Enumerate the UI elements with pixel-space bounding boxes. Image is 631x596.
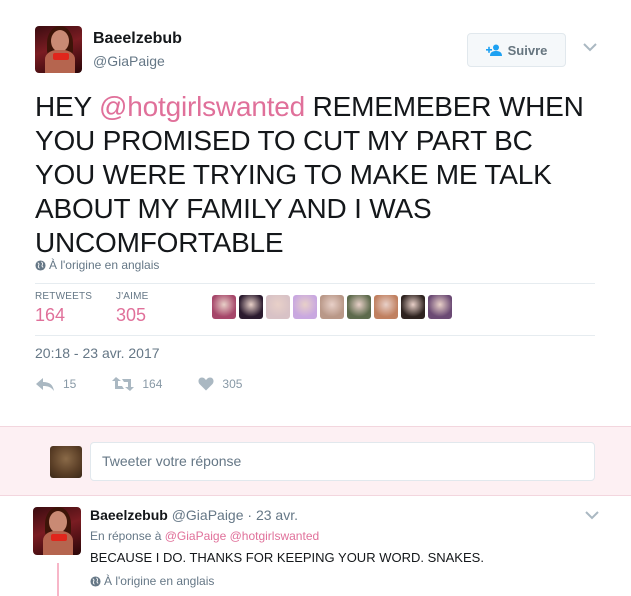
liker-avatar[interactable]	[347, 295, 371, 319]
liker-avatar[interactable]	[401, 295, 425, 319]
liker-avatar[interactable]	[239, 295, 263, 319]
liker-avatar[interactable]	[293, 295, 317, 319]
reply-count: 15	[63, 377, 77, 391]
like-count: 305	[222, 377, 243, 391]
reply-author-handle[interactable]: @GiaPaige	[172, 507, 244, 523]
current-user-avatar	[50, 446, 82, 478]
divider	[35, 335, 595, 336]
author-name[interactable]: Baeelzebub	[93, 30, 182, 48]
chevron-down-icon[interactable]	[585, 510, 599, 520]
in-reply-mentions[interactable]: @GiaPaige @hotgirlswanted	[165, 529, 319, 543]
retweets-value: 164	[35, 305, 66, 325]
retweets-label: RETWEETS	[35, 291, 93, 302]
in-reply-prefix: En réponse à	[90, 529, 165, 543]
liker-avatar[interactable]	[320, 295, 344, 319]
reply-compose: Tweeter votre réponse	[0, 426, 631, 496]
retweet-icon	[112, 377, 135, 391]
chevron-down-icon[interactable]	[583, 42, 597, 52]
liker-avatar[interactable]	[266, 295, 290, 319]
reply-icon	[36, 378, 54, 391]
like-button[interactable]: 305	[198, 376, 242, 392]
main-tweet: Baeelzebub @GiaPaige Suivre HEY @hotgirl…	[0, 0, 631, 426]
reply-translation-note[interactable]: À l'origine en anglais	[90, 574, 214, 588]
heart-icon	[198, 377, 214, 391]
likes-value: 305	[116, 305, 147, 325]
translation-label: À l'origine en anglais	[49, 258, 160, 272]
reply-translation-label: À l'origine en anglais	[104, 574, 215, 588]
likes-label: J'AIME	[116, 291, 149, 302]
follow-label: Suivre	[507, 42, 548, 58]
liker-avatar[interactable]	[212, 295, 236, 319]
translation-note[interactable]: À l'origine en anglais	[35, 258, 159, 272]
reply-text: BECAUSE I DO. THANKS FOR KEEPING YOUR WO…	[90, 550, 484, 565]
reply-time[interactable]: 23 avr.	[256, 507, 298, 523]
tweet-text: HEY @hotgirlswanted REMEMEBER WHEN YOU P…	[35, 90, 595, 260]
reply-author-name[interactable]: Baeelzebub	[90, 507, 168, 523]
retweet-button[interactable]: 164	[112, 376, 162, 392]
retweet-count: 164	[142, 377, 163, 391]
tweet-timestamp[interactable]: 20:18 - 23 avr. 2017	[35, 345, 160, 361]
reply-header: Baeelzebub @GiaPaige · 23 avr.	[90, 507, 298, 523]
follow-button[interactable]: Suivre	[467, 33, 566, 67]
divider	[35, 283, 595, 284]
liker-avatar[interactable]	[374, 295, 398, 319]
tweet-mention[interactable]: @hotgirlswanted	[99, 91, 305, 122]
tweet-text-before: HEY	[35, 91, 100, 122]
likes-stat[interactable]: J'AIME 305	[116, 291, 149, 326]
reply-author-avatar[interactable]	[33, 507, 81, 555]
thread-line	[57, 563, 59, 596]
tweet-actions: 15 164 305	[35, 376, 278, 392]
reply-separator: ·	[243, 507, 256, 523]
retweets-stat[interactable]: RETWEETS 164	[35, 291, 92, 326]
globe-icon	[90, 575, 101, 587]
add-user-icon	[485, 44, 502, 56]
liker-avatar[interactable]	[428, 295, 452, 319]
likers-list	[212, 295, 452, 319]
in-reply-to: En réponse à @GiaPaige @hotgirlswanted	[90, 529, 319, 543]
globe-icon	[35, 259, 46, 271]
reply-tweet[interactable]: Baeelzebub @GiaPaige · 23 avr. En répons…	[0, 497, 631, 596]
author-avatar[interactable]	[35, 26, 82, 73]
author-handle[interactable]: @GiaPaige	[93, 53, 165, 69]
reply-button[interactable]: 15	[35, 376, 76, 392]
reply-input[interactable]: Tweeter votre réponse	[90, 442, 595, 481]
